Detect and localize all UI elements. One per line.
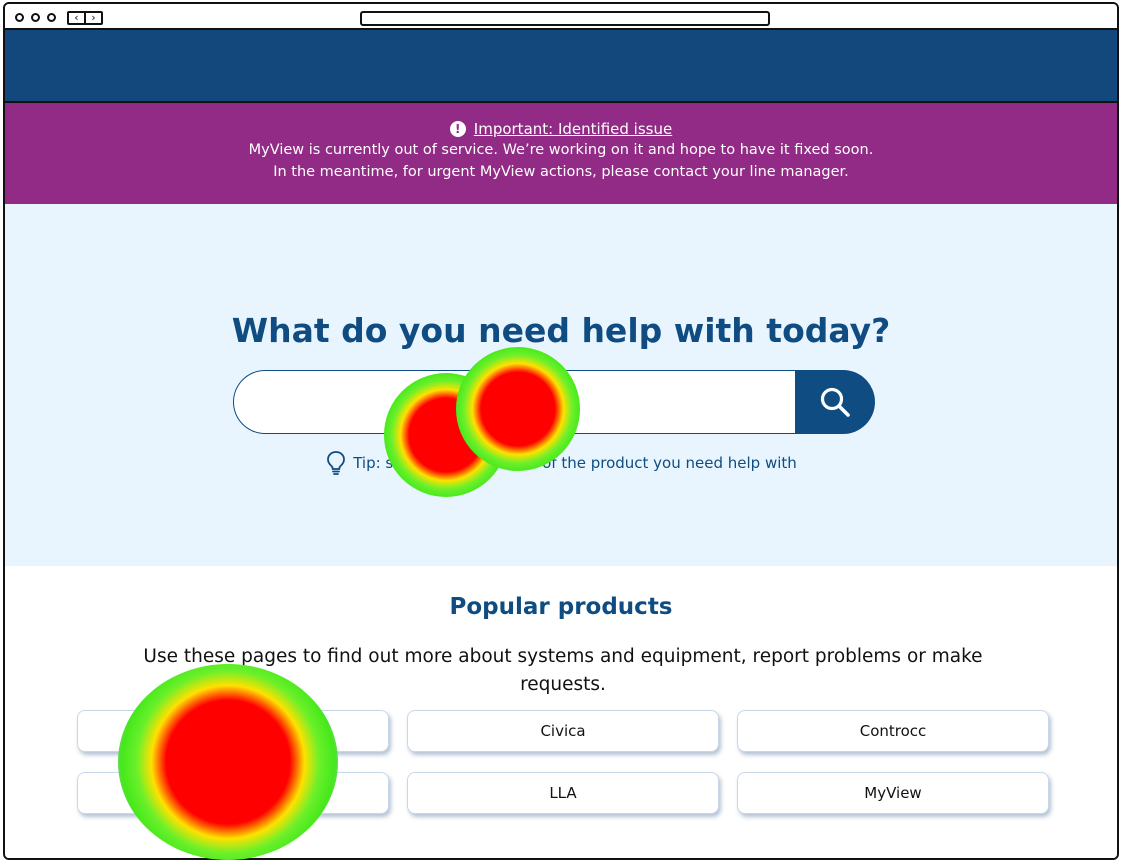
- product-tile-myview[interactable]: MyView: [737, 772, 1049, 814]
- site-header: [5, 30, 1117, 103]
- browser-toolbar: ‹ ›: [5, 4, 1117, 30]
- product-label: LLA: [549, 784, 577, 802]
- search-icon: [820, 387, 850, 417]
- search-button[interactable]: [795, 370, 875, 434]
- product-label: Controcc: [859, 722, 927, 740]
- address-bar[interactable]: [360, 11, 770, 26]
- section-description: Use these pages to find out more about s…: [143, 646, 983, 695]
- product-tile-controcc[interactable]: Controcc: [737, 710, 1049, 752]
- alert-message-line-2: In the meantime, for urgent MyView actio…: [273, 164, 849, 180]
- window-maximize-dot[interactable]: [47, 13, 56, 22]
- search-bar: [233, 370, 875, 434]
- alert-title-row: ! Important: Identified issue: [5, 119, 1117, 139]
- alert-title-link[interactable]: Important: Identified issue: [474, 119, 672, 139]
- tip-text: Tip: search for the name of the product …: [353, 454, 797, 472]
- product-tile-1[interactable]: [77, 710, 389, 752]
- lightbulb-icon: [327, 451, 346, 475]
- product-tile-lla[interactable]: LLA: [407, 772, 719, 814]
- browser-window: ‹ › ! Important: Identified issue MyView…: [3, 2, 1119, 860]
- product-tile-4[interactable]: [77, 772, 389, 814]
- search-tip: Tip: search for the name of the product …: [5, 450, 1117, 476]
- search-hero: What do you need help with today? Tip: s…: [5, 204, 1117, 566]
- product-label: MyView: [864, 784, 922, 802]
- popular-products-section: Popular products Use these pages to find…: [5, 566, 1117, 858]
- search-input[interactable]: [233, 370, 797, 434]
- product-label: Civica: [540, 722, 586, 740]
- alert-message-line-1: MyView is currently out of service. We’r…: [248, 142, 874, 158]
- exclamation-circle-icon: !: [449, 121, 466, 137]
- back-arrow-icon[interactable]: ‹: [69, 12, 84, 23]
- window-close-dot[interactable]: [15, 13, 24, 22]
- page-title: What do you need help with today?: [231, 311, 891, 350]
- product-tile-civica[interactable]: Civica: [407, 710, 719, 752]
- alert-banner: ! Important: Identified issue MyView is …: [5, 103, 1117, 204]
- browser-nav-buttons: ‹ ›: [67, 11, 103, 25]
- forward-arrow-icon[interactable]: ›: [84, 12, 101, 23]
- section-title: Popular products: [449, 594, 673, 620]
- window-minimize-dot[interactable]: [31, 13, 40, 22]
